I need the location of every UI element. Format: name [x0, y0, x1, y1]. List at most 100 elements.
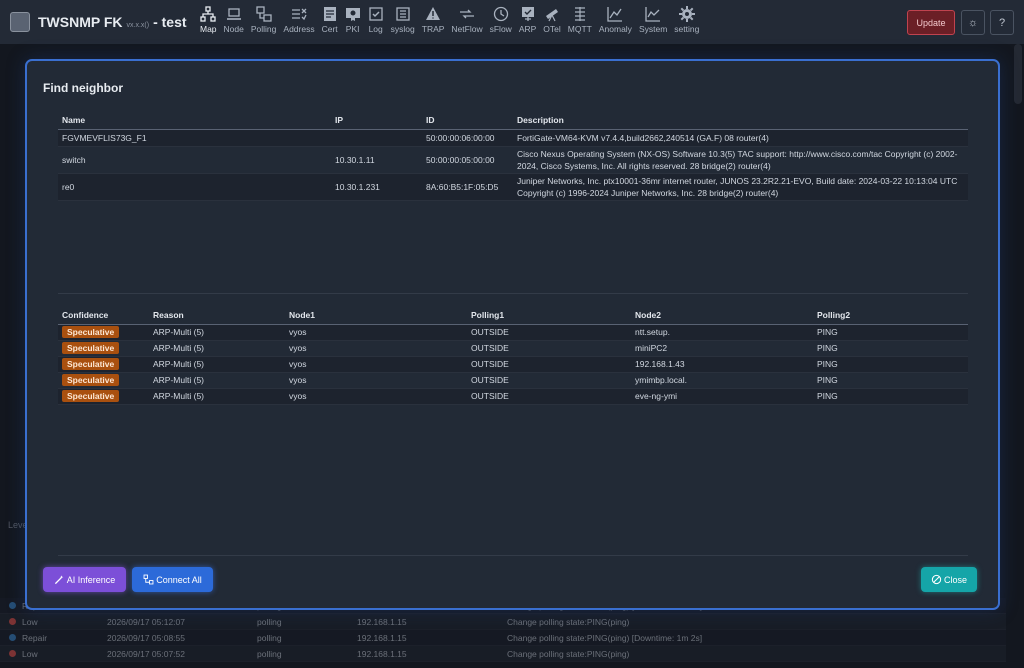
edge-polling1: OUTSIDE	[467, 324, 631, 341]
column-header[interactable]: Description	[513, 112, 968, 130]
neighbor-table: Name IP ID Description FGVMEVFLIS73G_F1 50:0…	[58, 112, 968, 201]
confidence-cell: Speculative	[58, 324, 149, 341]
nav-item-trap[interactable]: TRAP	[421, 6, 445, 40]
nav-item-netflow[interactable]: NetFlow	[451, 6, 483, 40]
nav-item-address[interactable]: Address	[283, 6, 315, 40]
nav-item-label: syslog	[390, 24, 415, 34]
nav-item-label: MQTT	[567, 24, 592, 34]
confidence-badge: Speculative	[62, 358, 120, 370]
arp-icon	[520, 6, 536, 22]
nav-item-node[interactable]: Node	[224, 6, 244, 40]
nav-item-cert[interactable]: Cert	[322, 6, 338, 40]
nav-item-label: Cert	[321, 24, 338, 34]
edge-reason: ARP-Multi (5)	[149, 356, 285, 373]
edge-node1: vyos	[285, 356, 467, 373]
neighbor-description: Juniper Networks, Inc. ptx10001-36mr int…	[513, 173, 968, 201]
nav-item-label: TRAP	[421, 24, 445, 34]
nav-item-anomaly[interactable]: Anomaly	[599, 6, 632, 40]
telescope-icon	[544, 6, 560, 22]
main-nav: Map Node Polling Address Cert PKI Log syslog TRA…	[200, 6, 706, 40]
confidence-badge: Speculative	[62, 390, 120, 402]
nav-item-setting[interactable]: setting	[674, 6, 699, 40]
edge-polling1: OUTSIDE	[467, 356, 631, 373]
log-icon	[368, 6, 384, 22]
confidence-badge: Speculative	[62, 326, 120, 338]
nav-item-otel[interactable]: OTel	[543, 6, 561, 40]
update-button[interactable]: Update	[907, 10, 955, 35]
confidence-cell: Speculative	[58, 356, 149, 373]
pki-icon	[345, 6, 361, 22]
neighbor-ip: 10.30.1.231	[331, 173, 422, 201]
connect-all-label: Connect All	[156, 574, 202, 585]
table-row[interactable]: Speculative ARP-Multi (5) vyos OUTSIDE ntt.s…	[58, 324, 968, 341]
column-header[interactable]: Reason	[149, 307, 285, 325]
column-header[interactable]: Node2	[631, 307, 813, 325]
nav-item-system[interactable]: System	[639, 6, 667, 40]
app-version: vx.x.x()	[126, 22, 150, 29]
nav-item-pki[interactable]: PKI	[345, 6, 361, 40]
neighbor-name: re0	[58, 173, 331, 201]
edge-reason: ARP-Multi (5)	[149, 372, 285, 389]
edge-node2: 192.168.1.43	[631, 356, 813, 373]
column-header[interactable]: Polling2	[813, 307, 968, 325]
table-row[interactable]: Speculative ARP-Multi (5) vyos OUTSIDE 192.1…	[58, 356, 968, 373]
connect-all-button[interactable]: Connect All	[132, 567, 213, 592]
neighbor-id: 50:00:00:06:00:00	[422, 129, 513, 147]
edge-node2: ymimbp.local.	[631, 372, 813, 389]
column-header[interactable]: ID	[422, 112, 513, 130]
close-label: Close	[943, 574, 967, 585]
nav-item-label: OTel	[543, 24, 561, 34]
edge-node1: vyos	[285, 340, 467, 357]
edge-polling2: PING	[813, 340, 968, 357]
column-header[interactable]: Polling1	[467, 307, 631, 325]
neighbor-ip: 10.30.1.11	[331, 146, 422, 174]
cancel-icon	[931, 574, 942, 585]
cert-icon	[322, 6, 338, 22]
polling-icon	[255, 6, 272, 22]
edge-reason: ARP-Multi (5)	[149, 324, 285, 341]
find-neighbor-dialog: Find neighbor Name IP ID Description FGVMEV…	[25, 59, 1000, 610]
column-header[interactable]: Confidence	[58, 307, 149, 325]
sun-icon[interactable]: ☼	[961, 10, 985, 35]
table-row[interactable]: Speculative ARP-Multi (5) vyos OUTSIDE ymimb…	[58, 372, 968, 389]
nav-item-mqtt[interactable]: MQTT	[568, 6, 592, 40]
neighbor-id: 8A:60:B5:1F:05:D5	[422, 173, 513, 201]
nav-item-polling[interactable]: Polling	[251, 6, 276, 40]
ai-inference-button[interactable]: AI Inference	[43, 567, 126, 592]
address-icon	[291, 6, 307, 22]
nav-item-syslog[interactable]: syslog	[391, 6, 415, 40]
netflow-icon	[459, 6, 475, 22]
edge-polling1: OUTSIDE	[467, 340, 631, 357]
nav-item-map[interactable]: Map	[200, 6, 217, 40]
trap-warning-icon	[425, 6, 441, 22]
nav-item-arp[interactable]: ARP	[519, 6, 536, 40]
nav-item-sflow[interactable]: sFlow	[490, 6, 512, 40]
map-icon	[200, 6, 216, 22]
section-divider	[58, 293, 968, 294]
confidence-cell: Speculative	[58, 388, 149, 405]
table-row[interactable]: switch 10.30.1.11 50:00:00:05:00:00 Cisco N…	[58, 146, 968, 174]
neighbor-description: FortiGate-VM64-KVM v7.4.4,build2662,2405…	[513, 129, 968, 147]
nav-item-label: NetFlow	[451, 24, 483, 34]
edge-node1: vyos	[285, 388, 467, 405]
nav-item-label: sFlow	[489, 24, 512, 34]
top-app-bar: TWSNMP FK vx.x.x() - test Map Node Polling Ad…	[0, 0, 1024, 44]
edge-node2: ntt.setup.	[631, 324, 813, 341]
neighbor-name: FGVMEVFLIS73G_F1	[58, 129, 331, 147]
column-header[interactable]: Node1	[285, 307, 467, 325]
table-row[interactable]: Speculative ARP-Multi (5) vyos OUTSIDE miniP…	[58, 340, 968, 357]
table-row[interactable]: FGVMEVFLIS73G_F1 50:00:00:06:00:00 FortiGa…	[58, 129, 968, 147]
close-button[interactable]: Close	[921, 567, 977, 592]
column-header[interactable]: Name	[58, 112, 331, 130]
table-row[interactable]: Speculative ARP-Multi (5) vyos OUTSIDE eve-n…	[58, 388, 968, 405]
nav-item-log[interactable]: Log	[368, 6, 384, 40]
nav-item-label: Node	[223, 24, 244, 34]
table-row[interactable]: re0 10.30.1.231 8A:60:B5:1F:05:D5 Juniper N…	[58, 173, 968, 201]
nav-item-label: System	[638, 24, 668, 34]
nav-item-label: PKI	[345, 24, 360, 34]
column-header[interactable]: IP	[331, 112, 422, 130]
app-title: TWSNMP FK vx.x.x() - test	[38, 14, 187, 30]
nav-item-label: setting	[674, 24, 700, 34]
edge-node1: vyos	[285, 372, 467, 389]
help-button[interactable]: ?	[990, 10, 1014, 35]
